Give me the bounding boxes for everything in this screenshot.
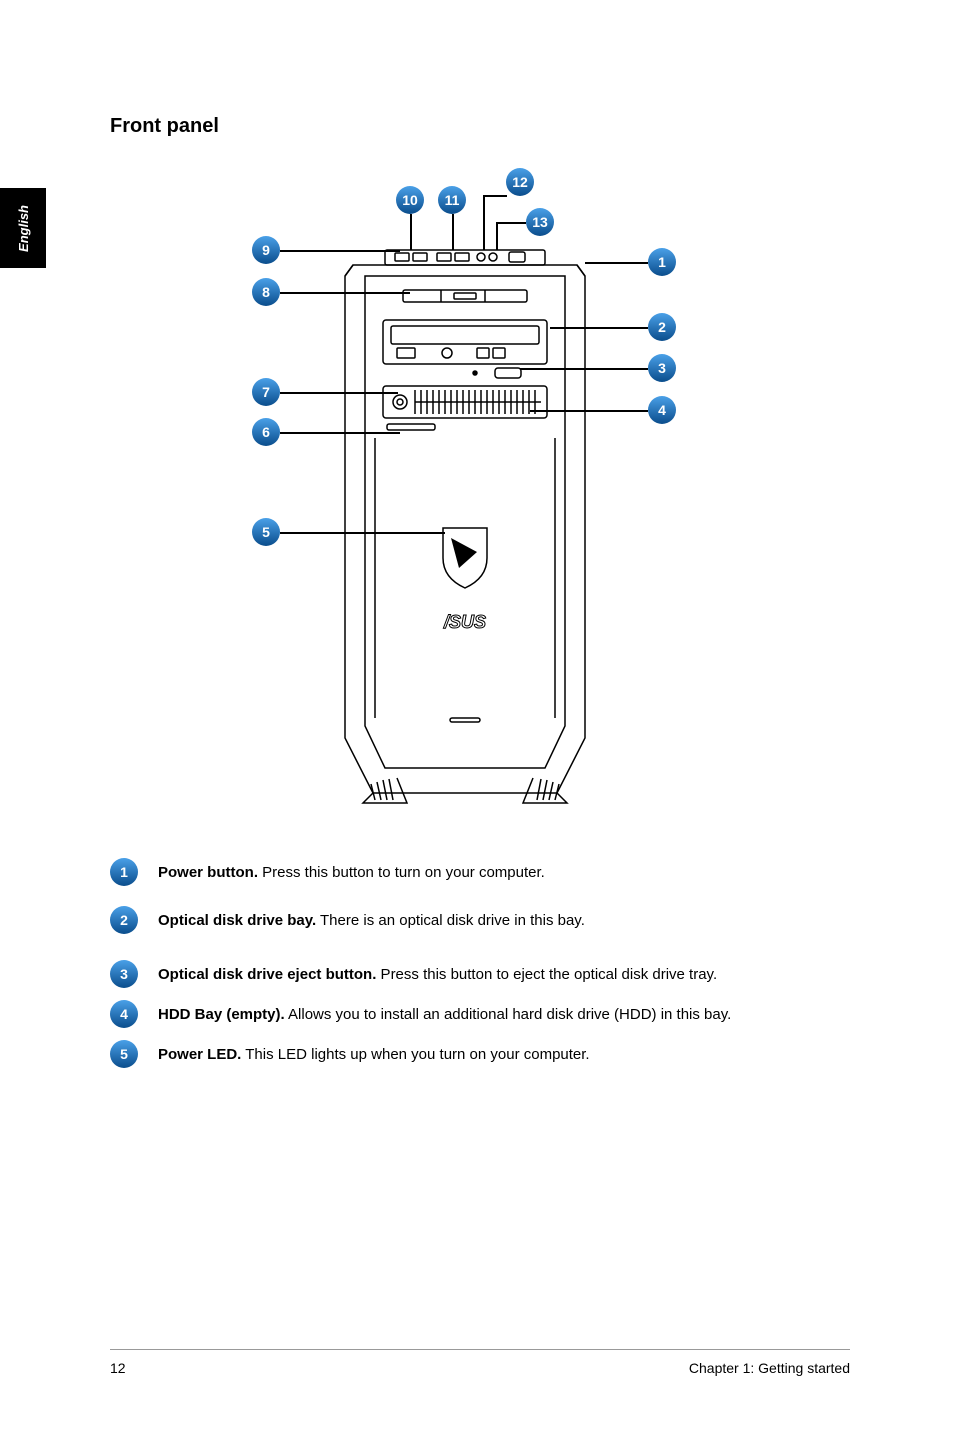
item-1-text: Power button. Press this button to turn …: [158, 858, 545, 883]
svg-text:/SUS: /SUS: [443, 612, 486, 632]
callout-5: 5: [252, 518, 280, 546]
leader-13b: [496, 222, 498, 250]
item-3-text: Optical disk drive eject button. Press t…: [158, 960, 717, 985]
chapter-label: Chapter 1: Getting started: [689, 1360, 850, 1376]
item-3-num: 3: [110, 960, 138, 988]
item-4-num: 4: [110, 1000, 138, 1028]
leader-8: [280, 292, 410, 294]
leader-13a: [496, 222, 526, 224]
leader-6: [280, 432, 400, 434]
item-2-num: 2: [110, 906, 138, 934]
leader-11: [452, 214, 454, 250]
language-text: English: [16, 205, 31, 252]
callout-10: 10: [396, 186, 424, 214]
item-1-num: 1: [110, 858, 138, 886]
language-tab: English: [0, 188, 46, 268]
callout-2: 2: [648, 313, 676, 341]
leader-7: [280, 392, 398, 394]
page-footer: 12 Chapter 1: Getting started: [110, 1349, 850, 1376]
item-1: 1 Power button. Press this button to tur…: [110, 858, 850, 886]
callout-9: 9: [252, 236, 280, 264]
front-panel-diagram: /SUS 1 2 3 4 5: [150, 168, 770, 828]
callout-11: 11: [438, 186, 466, 214]
page-content: Front panel: [110, 115, 850, 1088]
leader-10: [410, 214, 412, 250]
leader-12a: [483, 195, 507, 197]
item-5-num: 5: [110, 1040, 138, 1068]
callout-3: 3: [648, 354, 676, 382]
callout-13: 13: [526, 208, 554, 236]
item-3: 3 Optical disk drive eject button. Press…: [110, 960, 850, 988]
leader-9: [280, 250, 400, 252]
leader-5: [280, 532, 445, 534]
item-2-text: Optical disk drive bay. There is an opti…: [158, 906, 585, 931]
item-2: 2 Optical disk drive bay. There is an op…: [110, 906, 850, 934]
item-4: 4 HDD Bay (empty). Allows you to install…: [110, 1000, 850, 1028]
callout-12: 12: [506, 168, 534, 196]
callout-1: 1: [648, 248, 676, 276]
page-number: 12: [110, 1360, 126, 1376]
callout-4: 4: [648, 396, 676, 424]
item-5-text: Power LED. This LED lights up when you t…: [158, 1040, 590, 1065]
callout-6: 6: [252, 418, 280, 446]
callout-7: 7: [252, 378, 280, 406]
callout-8: 8: [252, 278, 280, 306]
item-4-text: HDD Bay (empty). Allows you to install a…: [158, 1000, 731, 1025]
leader-3: [520, 368, 648, 370]
section-title: Front panel: [110, 115, 850, 138]
leader-2: [550, 327, 648, 329]
leader-1: [585, 262, 648, 264]
tower-illustration: /SUS: [325, 248, 605, 808]
leader-12b: [483, 195, 485, 250]
leader-4: [530, 410, 648, 412]
callout-descriptions: 1 Power button. Press this button to tur…: [110, 858, 850, 1068]
item-5: 5 Power LED. This LED lights up when you…: [110, 1040, 850, 1068]
